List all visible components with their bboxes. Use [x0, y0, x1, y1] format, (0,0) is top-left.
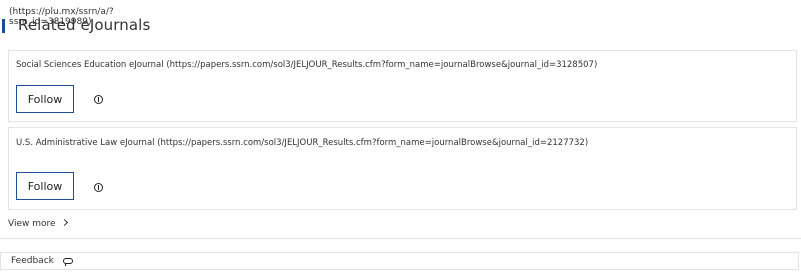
journal-card: Social Sciences Education eJournal (http…: [8, 50, 797, 122]
feedback-button[interactable]: Feedback: [0, 252, 799, 270]
view-more-link[interactable]: View more: [8, 218, 68, 229]
journal-link[interactable]: U.S. Administrative Law eJournal (https:…: [16, 138, 588, 148]
view-more-label: View more: [8, 219, 56, 229]
follow-button[interactable]: Follow: [16, 172, 74, 200]
follow-button[interactable]: Follow: [16, 85, 74, 113]
section-title: Related eJournals: [18, 16, 151, 34]
feedback-label: Feedback: [11, 256, 54, 266]
divider: [0, 238, 801, 239]
related-ejournals-header: (https://plu.mx/ssrn/a/?ssrn_id=3819989)…: [0, 0, 801, 44]
journal-card: U.S. Administrative Law eJournal (https:…: [8, 127, 797, 210]
section-accent-bar: [2, 19, 5, 33]
chevron-right-icon: [60, 218, 68, 227]
journal-link[interactable]: Social Sciences Education eJournal (http…: [16, 60, 597, 70]
info-icon[interactable]: [94, 95, 103, 104]
speech-bubble-icon: [63, 258, 73, 266]
info-icon[interactable]: [94, 183, 103, 192]
